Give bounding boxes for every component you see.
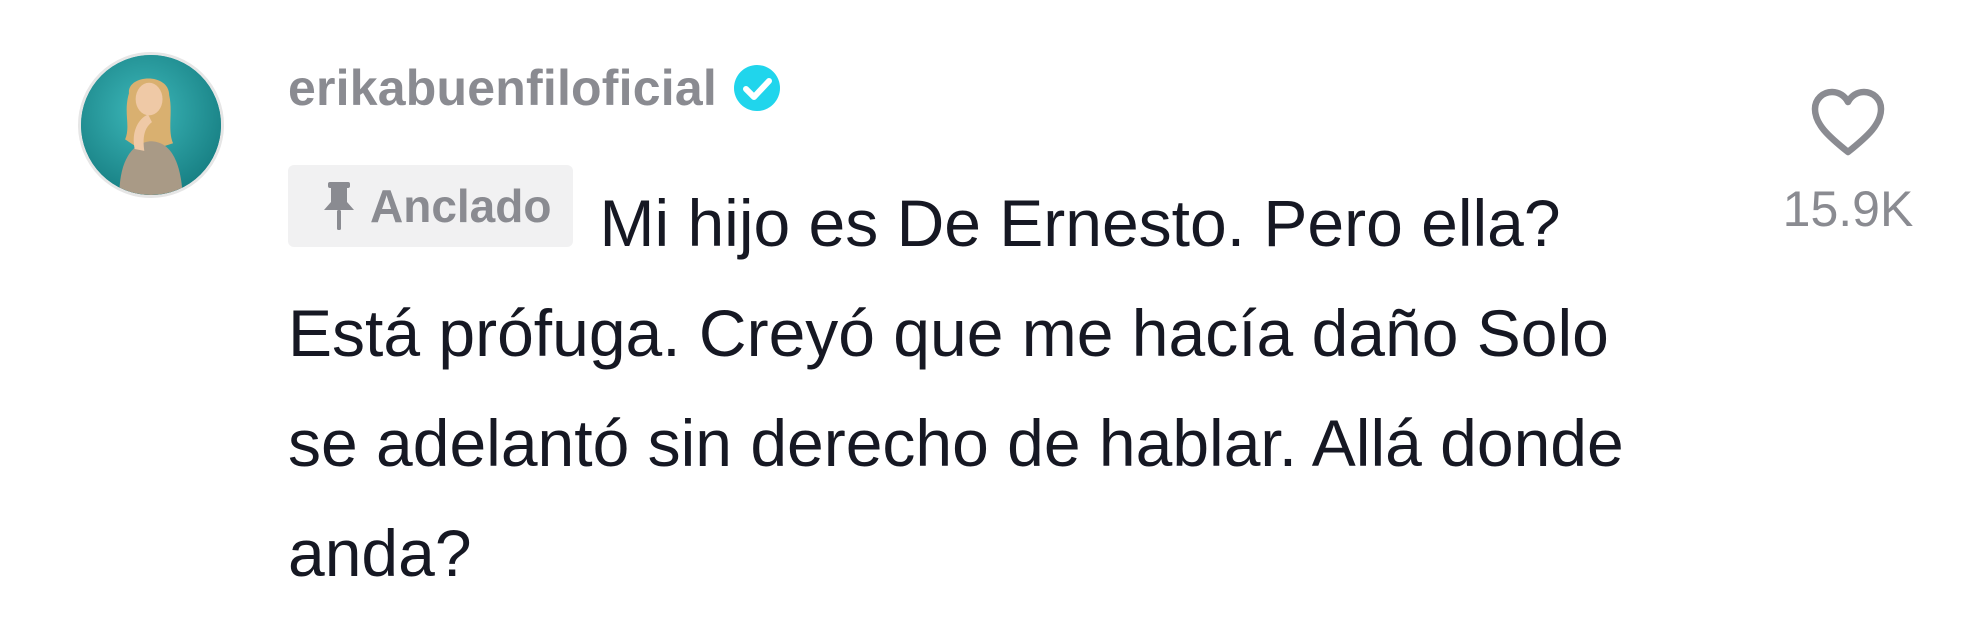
heart-outline-icon[interactable]: [1810, 88, 1886, 158]
like-count: 15.9K: [1782, 181, 1914, 237]
avatar[interactable]: [78, 52, 224, 198]
verified-check-icon: [731, 62, 783, 114]
username-link[interactable]: erikabuenfiloficial: [288, 59, 717, 117]
pinned-label: Anclado: [370, 180, 552, 232]
pin-icon: [318, 180, 360, 232]
like-block: 15.9K: [1768, 88, 1928, 248]
comment-item: erikabuenfiloficial Anclado Mi hijo es D…: [0, 0, 1962, 620]
pinned-badge: Anclado: [288, 165, 574, 247]
comment-body: Anclado Mi hijo es De Ernesto. Pero ella…: [288, 165, 1668, 608]
username-row: erikabuenfiloficial: [288, 56, 783, 120]
